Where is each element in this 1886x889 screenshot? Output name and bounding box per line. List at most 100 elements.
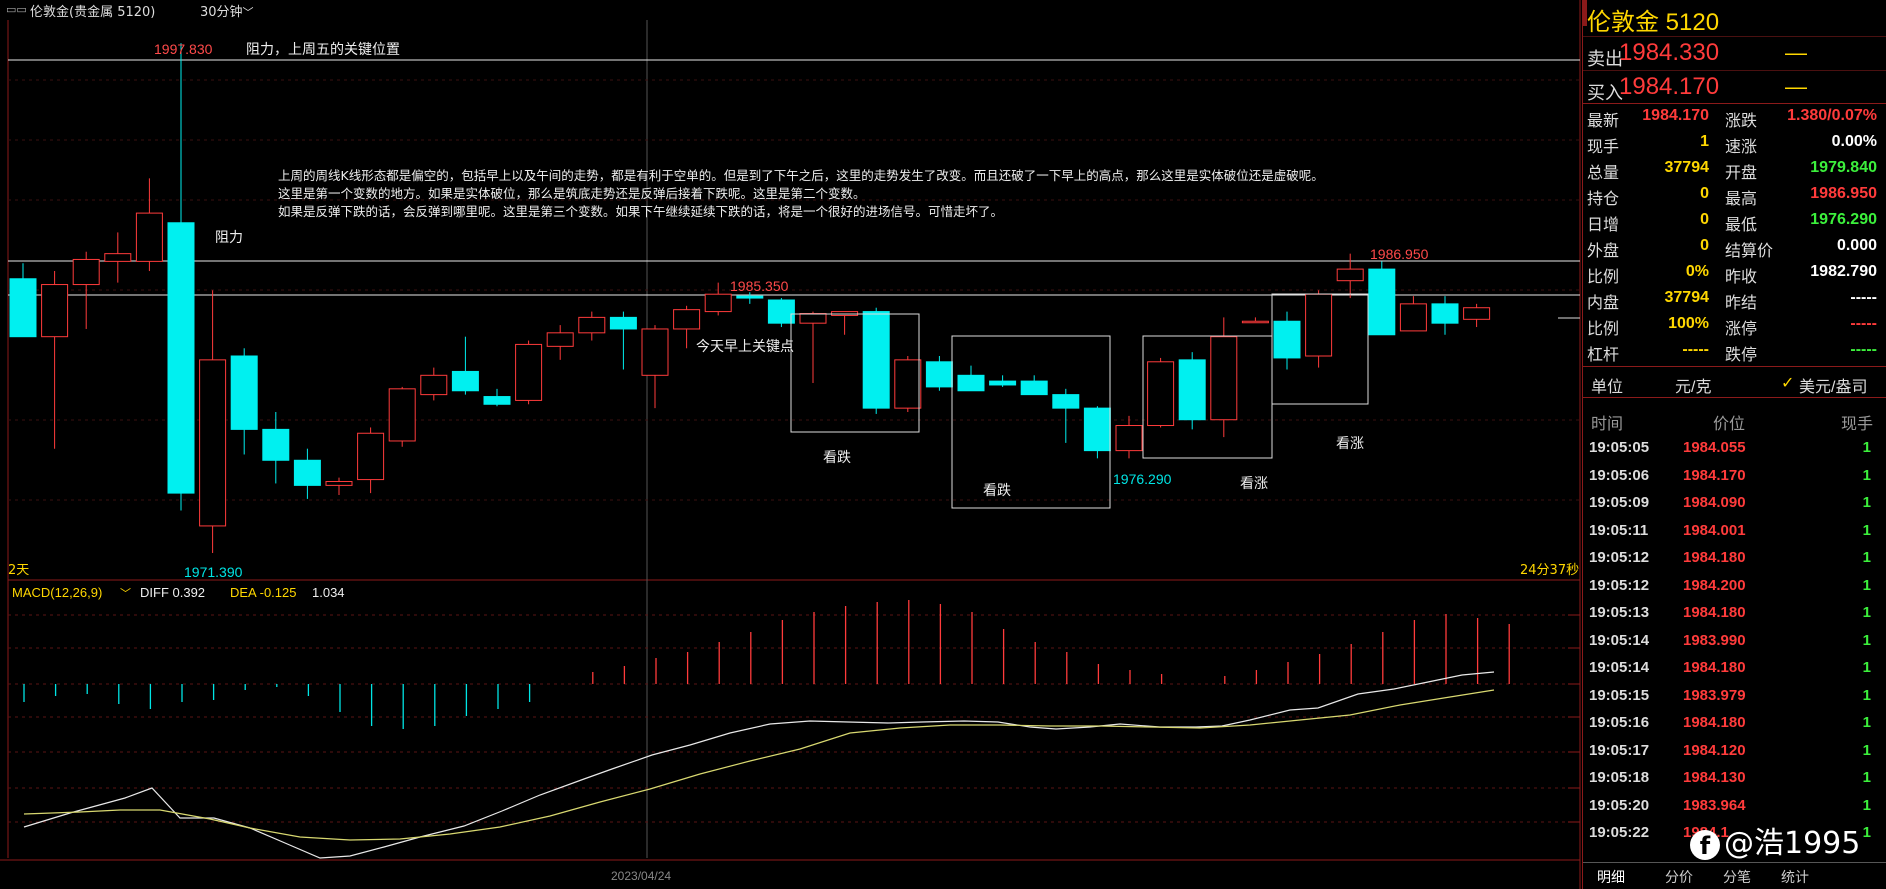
quote-value: 1982.790 bbox=[1810, 263, 1877, 280]
key-point-label: 今天早上关键点 bbox=[696, 339, 794, 355]
tick-volume: 1 bbox=[1862, 631, 1871, 649]
tick-row: 19:05:11 1984.001 1 bbox=[1583, 519, 1886, 547]
candle-body bbox=[546, 332, 574, 347]
macd-diff: DIFF 0.392 bbox=[140, 585, 205, 600]
tab-statistics[interactable]: 统计 bbox=[1781, 867, 1809, 887]
tick-row: 19:05:12 1984.200 1 bbox=[1583, 574, 1886, 602]
candle-body bbox=[925, 361, 953, 388]
candle-body bbox=[9, 278, 37, 338]
tick-row: 19:05:17 1984.120 1 bbox=[1583, 739, 1886, 767]
tick-price: 1984.090 bbox=[1683, 494, 1746, 511]
tick-header: 时间 价位 现手 bbox=[1583, 406, 1886, 433]
tick-volume: 1 bbox=[1862, 769, 1871, 786]
tick-time: 19:05:09 bbox=[1589, 494, 1650, 511]
buy-price: 1984.170 bbox=[1619, 73, 1720, 100]
quote-row: 现手 1 速涨 0.00% bbox=[1583, 130, 1886, 156]
commentary-line-3: 如果是反弹下跌的话，会反弹到哪里呢。这里是第三个变数。如果下午继续延续下跌的话，… bbox=[278, 204, 1003, 219]
candle-body bbox=[515, 343, 543, 401]
candle-body bbox=[1368, 268, 1396, 336]
candle-body bbox=[483, 396, 511, 405]
kline-chart[interactable]: 1997.830 阻力，上周五的关键位置 阻力 上周的周线K线形态都是偏空的，包… bbox=[0, 0, 1582, 889]
tick-time: 19:05:11 bbox=[1589, 521, 1649, 539]
tick-header-vol: 现手 bbox=[1840, 416, 1873, 433]
tick-price: 1984.130 bbox=[1683, 769, 1746, 786]
bullish-label-2: 看涨 bbox=[1336, 436, 1364, 452]
bearish-label-1: 看跌 bbox=[823, 450, 851, 466]
countdown-label: 24分37秒 bbox=[1520, 563, 1579, 578]
tick-row: 19:05:16 1984.180 1 bbox=[1583, 711, 1886, 739]
tick-time: 19:05:17 bbox=[1589, 741, 1650, 759]
candle-body bbox=[1305, 293, 1333, 357]
tick-price: 1984.180 bbox=[1683, 549, 1746, 566]
candle-body bbox=[357, 432, 385, 481]
tick-volume: 1 bbox=[1862, 824, 1871, 841]
quote-value: 1986.950 bbox=[1810, 185, 1877, 202]
tick-list[interactable]: 19:05:05 1984.055 1 19:05:06 1984.170 1 19:05:… bbox=[1583, 436, 1886, 849]
candle-body bbox=[1241, 320, 1269, 324]
commentary-line-2: 这里是第一个变数的地方。如果是实体破位，那么是筑底走势还是反弹后接着下跌呢。这里… bbox=[278, 186, 866, 201]
candle-body bbox=[1147, 361, 1175, 427]
tab-price-dist[interactable]: 分价 bbox=[1665, 867, 1693, 887]
quote-label: 杠杆 bbox=[1587, 347, 1620, 364]
chevron-down-icon: ﹀ bbox=[120, 587, 131, 600]
candle-body bbox=[325, 481, 353, 486]
candle-body bbox=[41, 284, 69, 338]
tick-price: 1984.055 bbox=[1683, 439, 1746, 456]
tick-row: 19:05:06 1984.170 1 bbox=[1583, 464, 1886, 492]
bottom-tabs: 明细 分价 分笔 统计 bbox=[1583, 862, 1886, 889]
bullish-label-1: 看涨 bbox=[1240, 476, 1268, 492]
range-days-label: 2天 bbox=[8, 563, 29, 578]
unit-value[interactable]: 元/克 bbox=[1675, 373, 1711, 397]
tick-volume: 1 bbox=[1862, 686, 1871, 704]
tick-time: 19:05:12 bbox=[1589, 576, 1650, 594]
tick-price: 1983.964 bbox=[1683, 796, 1746, 814]
quote-value: ----- bbox=[1850, 315, 1877, 332]
tick-row: 19:05:15 1983.979 1 bbox=[1583, 684, 1886, 712]
tick-price: 1984.180 bbox=[1683, 604, 1746, 621]
quote-label: 持仓 bbox=[1587, 191, 1620, 208]
quote-value: ----- bbox=[1682, 341, 1709, 358]
quote-label: 日增 bbox=[1587, 217, 1620, 234]
quote-value: 37794 bbox=[1664, 159, 1710, 176]
low-price-label-right: 1976.290 bbox=[1113, 471, 1172, 487]
tick-time: 19:05:16 bbox=[1589, 714, 1650, 731]
sell-label: 卖出 bbox=[1587, 49, 1623, 69]
macd-lines bbox=[23, 671, 1495, 859]
tick-time: 19:05:13 bbox=[1589, 604, 1650, 621]
tick-volume: 1 bbox=[1862, 521, 1871, 539]
quote-label: 最新 bbox=[1587, 113, 1620, 130]
tab-detail[interactable]: 明细 bbox=[1597, 867, 1625, 887]
quote-label: 现手 bbox=[1587, 139, 1620, 156]
buy-row[interactable]: 买入 1984.170 — bbox=[1583, 70, 1886, 105]
quote-label: 开盘 bbox=[1725, 165, 1758, 182]
quote-value: 37794 bbox=[1664, 289, 1710, 306]
quote-label: 昨结 bbox=[1725, 295, 1758, 312]
panel-title: 伦敦金 5120 bbox=[1587, 9, 1720, 36]
candle-body bbox=[641, 328, 669, 376]
candle-body bbox=[1020, 380, 1048, 396]
tab-tick-by-tick[interactable]: 分笔 bbox=[1723, 867, 1751, 887]
unit-alt[interactable]: 美元/盎司 bbox=[1799, 373, 1867, 397]
tick-price: 1984.001 bbox=[1683, 521, 1746, 539]
low-price-label: 1971.390 bbox=[184, 564, 243, 580]
quote-row: 比例 100% 涨停 ----- bbox=[1583, 312, 1886, 338]
macd-title[interactable]: MACD(12,26,9) bbox=[12, 585, 102, 600]
tick-row: 19:05:05 1984.055 1 bbox=[1583, 436, 1886, 464]
tick-time: 19:05:15 bbox=[1589, 686, 1650, 704]
candle-body bbox=[704, 293, 732, 313]
tick-volume: 1 bbox=[1862, 466, 1871, 484]
candle-body bbox=[1336, 268, 1364, 282]
quote-value: ----- bbox=[1850, 289, 1877, 306]
tick-row: 19:05:13 1984.180 1 bbox=[1583, 601, 1886, 629]
candle-body bbox=[1115, 425, 1143, 452]
candle-body bbox=[1273, 320, 1301, 359]
right-axis-ticks bbox=[1568, 614, 1580, 823]
quote-value: ----- bbox=[1850, 341, 1877, 358]
quote-label: 涨跌 bbox=[1725, 113, 1758, 130]
tick-header-price: 价位 bbox=[1713, 416, 1746, 433]
quote-label: 外盘 bbox=[1587, 243, 1620, 260]
candle-body bbox=[894, 359, 922, 409]
quote-value: 1976.290 bbox=[1810, 211, 1877, 228]
candle-body bbox=[1052, 394, 1080, 409]
sell-row[interactable]: 卖出 1984.330 — bbox=[1583, 36, 1886, 71]
